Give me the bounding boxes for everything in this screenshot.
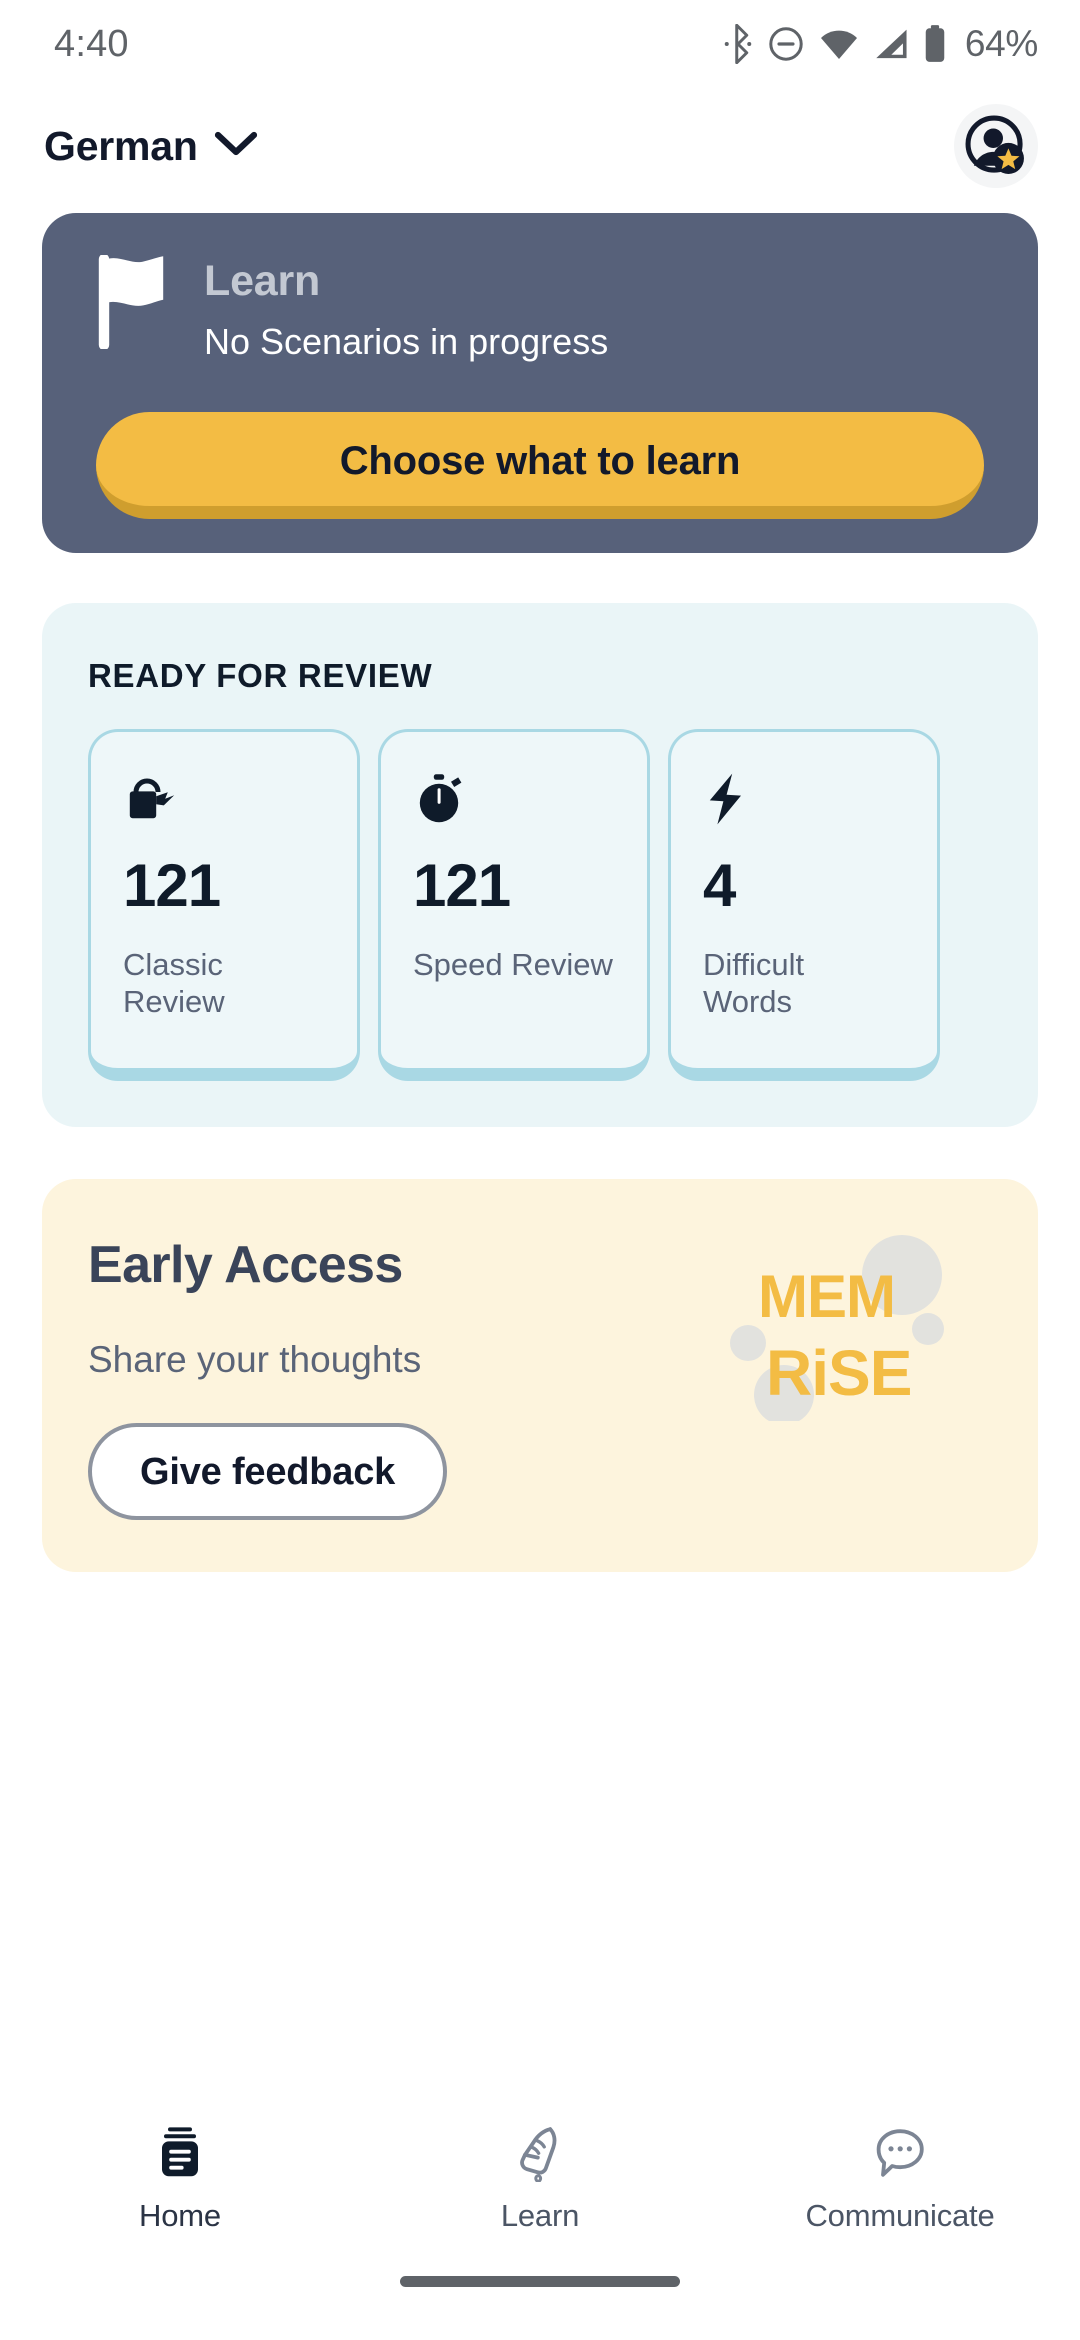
wifi-icon — [819, 27, 859, 61]
status-bar-icons: 64% — [723, 23, 1038, 65]
learn-card-texts: Learn No Scenarios in progress — [204, 251, 608, 364]
flashcards-icon — [154, 2122, 206, 2184]
ready-for-review-card: READY FOR REVIEW 121 Classic Review 121 … — [42, 602, 1038, 1127]
memrise-logo: MEM RiSE — [730, 1231, 950, 1425]
learn-card-title: Learn — [204, 257, 321, 305]
ready-for-review-heading: READY FOR REVIEW — [88, 656, 433, 694]
bluetooth-icon — [723, 24, 753, 64]
lightning-bolt-icon — [703, 770, 905, 828]
nav-item-communicate[interactable]: Communicate — [720, 2122, 1080, 2234]
main-content: Learn No Scenarios in progress Choose wh… — [0, 204, 1080, 2100]
speech-bubble-icon — [873, 2122, 927, 2184]
review-tile-label: Classic Review — [123, 946, 225, 1020]
status-bar-clock: 4:40 — [54, 22, 129, 65]
learn-card-subtitle: No Scenarios in progress — [204, 321, 609, 363]
give-feedback-button[interactable]: Give feedback — [88, 1422, 448, 1520]
language-label: German — [44, 122, 198, 169]
cellular-signal-icon — [873, 27, 909, 61]
learn-card-header: Learn No Scenarios in progress — [82, 251, 998, 364]
do-not-disturb-icon — [767, 25, 805, 63]
early-access-card: Early Access Share your thoughts Give fe… — [42, 1178, 1038, 1572]
review-tile-value: 121 — [413, 851, 511, 919]
nav-item-learn[interactable]: Learn — [360, 2122, 720, 2234]
review-tile-difficult-words[interactable]: 4 Difficult Words — [668, 728, 940, 1081]
flag-icon — [96, 253, 170, 354]
bottom-navigation: Home Learn Communicate — [0, 2100, 1080, 2276]
app-header: German — [0, 88, 1080, 204]
learn-card: Learn No Scenarios in progress Choose wh… — [42, 213, 1038, 553]
review-tile-label: Difficult Words — [703, 946, 805, 1020]
battery-percentage: 64% — [964, 23, 1038, 64]
home-gesture-bar[interactable] — [400, 2276, 680, 2287]
status-bar: 4:40 64% — [0, 0, 1080, 88]
review-tile-classic-review[interactable]: 121 Classic Review — [88, 728, 360, 1081]
choose-what-to-learn-button[interactable]: Choose what to learn — [96, 411, 984, 519]
gesture-bar-area — [0, 2276, 1080, 2340]
review-tile-label: Speed Review — [413, 946, 613, 982]
review-tile-value: 4 — [703, 851, 736, 919]
language-selector[interactable]: German — [44, 123, 258, 170]
nav-item-label: Communicate — [805, 2198, 995, 2233]
review-tile-speed-review[interactable]: 121 Speed Review — [378, 728, 650, 1081]
nav-item-label: Learn — [500, 2198, 580, 2233]
svg-text:RiSE: RiSE — [766, 1337, 911, 1409]
pointing-hand-icon — [513, 2122, 567, 2184]
svg-text:MEM: MEM — [758, 1263, 895, 1330]
chevron-down-icon — [214, 130, 258, 163]
learn-cta-wrapper: Choose what to learn — [82, 411, 998, 519]
profile-avatar-icon — [965, 115, 1024, 174]
review-tile-value: 121 — [123, 851, 221, 919]
nav-item-home[interactable]: Home — [0, 2122, 360, 2234]
watering-can-icon — [123, 770, 325, 828]
app-screen: 4:40 64% German Learn No Scenarios in pr… — [0, 0, 1080, 2340]
review-tiles-row[interactable]: 121 Classic Review 121 Speed Review 4 Di… — [42, 728, 1038, 1081]
nav-item-label: Home — [139, 2198, 221, 2233]
stopwatch-icon — [413, 770, 615, 828]
avatar[interactable] — [954, 104, 1038, 188]
battery-icon — [923, 25, 947, 63]
